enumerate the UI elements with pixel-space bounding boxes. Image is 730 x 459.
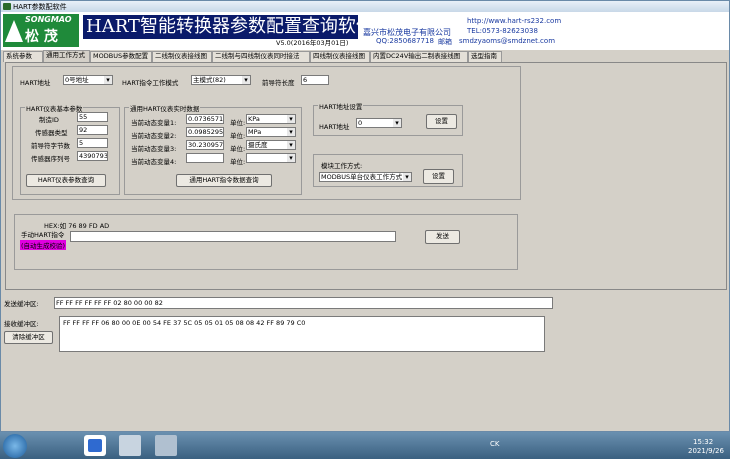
var4-label: 当前动态变量4: bbox=[131, 158, 177, 166]
preamble-bytes-input[interactable]: 5 bbox=[77, 138, 108, 148]
clear-buffer-button[interactable]: 清除缓冲区 bbox=[4, 331, 53, 344]
preamble-label: 前导符长度 bbox=[262, 79, 295, 87]
hart-addr-label: HART地址 bbox=[20, 79, 51, 87]
tab-general-mode[interactable]: 通用工作方式 bbox=[43, 50, 90, 62]
hart-addr-settings-select[interactable]: 0 bbox=[356, 118, 402, 128]
var4-unit-label: 单位: bbox=[230, 158, 246, 166]
send-buffer-field[interactable]: FF FF FF FF FF FF 02 80 00 00 82 bbox=[54, 297, 553, 309]
sensor-type-label: 传感器类型 bbox=[35, 129, 68, 137]
preamble-input[interactable]: 6 bbox=[301, 75, 329, 85]
tray-text: CK bbox=[490, 440, 500, 448]
app-title: HART智能转换器参数配置查询软件 bbox=[83, 15, 374, 39]
cmd-mode-select[interactable]: 主模式(82) bbox=[191, 75, 251, 85]
module-mode-select[interactable]: MODBUS单台仪表工作方式 bbox=[319, 172, 412, 182]
var2-value[interactable]: 0.0985295 bbox=[186, 127, 224, 137]
tree-icon bbox=[5, 20, 23, 42]
logo-cn: 松 茂 bbox=[25, 29, 58, 45]
tab-two-four-wire[interactable]: 二线制与四线制仪表同时接法 bbox=[212, 51, 310, 62]
module-mode-label: 模块工作方式: bbox=[321, 162, 363, 170]
app-window: HART参数配软件 SONGMAO 松 茂 HART智能转换器参数配置查询软件 … bbox=[0, 0, 730, 432]
sensor-serial-label: 传感器序列号 bbox=[31, 155, 70, 163]
tab-four-wire-diagram[interactable]: 四线制仪表接线图 bbox=[310, 51, 370, 62]
var2-label: 当前动态变量2: bbox=[131, 132, 177, 140]
var4-value[interactable] bbox=[186, 153, 224, 163]
recv-buffer-label: 接收缓冲区: bbox=[4, 320, 39, 328]
tab-two-wire-diagram[interactable]: 二线制仪表接线图 bbox=[152, 51, 212, 62]
module-mode-set-button[interactable]: 设置 bbox=[423, 169, 454, 184]
taskbar: CK 15:32 2021/9/26 bbox=[0, 432, 730, 459]
tel-text: TEL:0573-82623038 bbox=[467, 27, 538, 35]
main-panel: HART地址 0号地址 HART指令工作模式 主模式(82) 前导符长度 6 H… bbox=[5, 62, 727, 290]
banner: SONGMAO 松 茂 HART智能转换器参数配置查询软件 V5.0(2016年… bbox=[1, 12, 729, 50]
wps-icon[interactable] bbox=[84, 435, 106, 456]
logo: SONGMAO 松 茂 bbox=[3, 14, 79, 47]
manufacturer-id-label: 制造ID bbox=[39, 116, 59, 124]
var3-label: 当前动态变量3: bbox=[131, 145, 177, 153]
clock-date: 2021/9/26 bbox=[688, 447, 724, 455]
clock-time: 15:32 bbox=[693, 438, 714, 446]
var1-value[interactable]: 0.0736571 bbox=[186, 114, 224, 124]
sensor-type-input[interactable]: 92 bbox=[77, 125, 108, 135]
tab-dc24v-diagram[interactable]: 内置DC24V输出二制表接线图 bbox=[370, 51, 468, 62]
cmd-mode-label: HART指令工作模式 bbox=[122, 79, 179, 87]
manual-cmd-label: 手动HART指令 bbox=[21, 231, 65, 239]
app-icon bbox=[3, 3, 11, 10]
var2-unit-select[interactable]: MPa bbox=[246, 127, 296, 137]
manufacturer-id-input[interactable]: 55 bbox=[77, 112, 108, 122]
email-label: 邮箱 bbox=[438, 38, 452, 46]
sensor-serial-input[interactable]: 4390793 bbox=[77, 151, 108, 161]
auto-checksum-label: (自动生成校验) bbox=[20, 240, 67, 250]
qq-text: QQ:2850687718 bbox=[376, 37, 434, 45]
email-text: smdzyaoms@smdznet.com bbox=[459, 37, 556, 45]
general-hart-query-button[interactable]: 通用HART指令数据查询 bbox=[176, 174, 272, 187]
computer-icon[interactable] bbox=[119, 435, 141, 456]
realtime-title: 通用HART仪表实时数据 bbox=[129, 103, 201, 113]
var3-value[interactable]: 30.230957 bbox=[186, 140, 224, 150]
send-buffer-label: 发送缓冲区: bbox=[4, 300, 39, 308]
var1-unit-select[interactable]: KPa bbox=[246, 114, 296, 124]
start-button[interactable] bbox=[3, 434, 27, 458]
var3-unit-label: 单位: bbox=[230, 145, 246, 153]
var4-unit-select[interactable] bbox=[246, 153, 296, 163]
title-bar: HART参数配软件 bbox=[1, 1, 729, 12]
var1-unit-label: 单位: bbox=[230, 119, 246, 127]
version-text: V5.0(2016年03月01日) bbox=[276, 39, 349, 47]
window-title: HART参数配软件 bbox=[13, 3, 67, 11]
basic-params-title: HART仪表基本参数 bbox=[25, 103, 84, 113]
hart-addr-settings-title: HART地址设置 bbox=[318, 101, 364, 111]
tab-system-params[interactable]: 系统参数 bbox=[3, 51, 43, 62]
send-button[interactable]: 发送 bbox=[425, 230, 460, 244]
network-app-icon[interactable] bbox=[155, 435, 177, 456]
var3-unit-select[interactable]: 摄氏度 bbox=[246, 140, 296, 150]
var2-unit-label: 单位: bbox=[230, 132, 246, 140]
hart-addr-select[interactable]: 0号地址 bbox=[63, 75, 113, 85]
website-text: http://www.hart-rs232.com bbox=[467, 17, 562, 25]
hart-addr-set-button[interactable]: 设置 bbox=[426, 114, 457, 129]
tab-selection-guide[interactable]: 选型指南 bbox=[468, 51, 502, 62]
preamble-bytes-label: 前导符字节数 bbox=[31, 142, 70, 150]
var1-label: 当前动态变量1: bbox=[131, 119, 177, 127]
buffer-area: 发送缓冲区: FF FF FF FF FF FF 02 80 00 00 82 … bbox=[1, 291, 729, 431]
logo-en: SONGMAO bbox=[25, 15, 72, 24]
recv-buffer-field[interactable]: FF FF FF FF 06 80 00 0E 00 54 FE 37 5C 0… bbox=[59, 316, 545, 352]
tab-modbus-config[interactable]: MODBUS参数配置 bbox=[90, 51, 152, 62]
hart-addr-settings-label: HART地址 bbox=[319, 123, 350, 131]
hart-param-query-button[interactable]: HART仪表参数查询 bbox=[26, 174, 106, 187]
manual-cmd-input[interactable] bbox=[70, 231, 396, 242]
